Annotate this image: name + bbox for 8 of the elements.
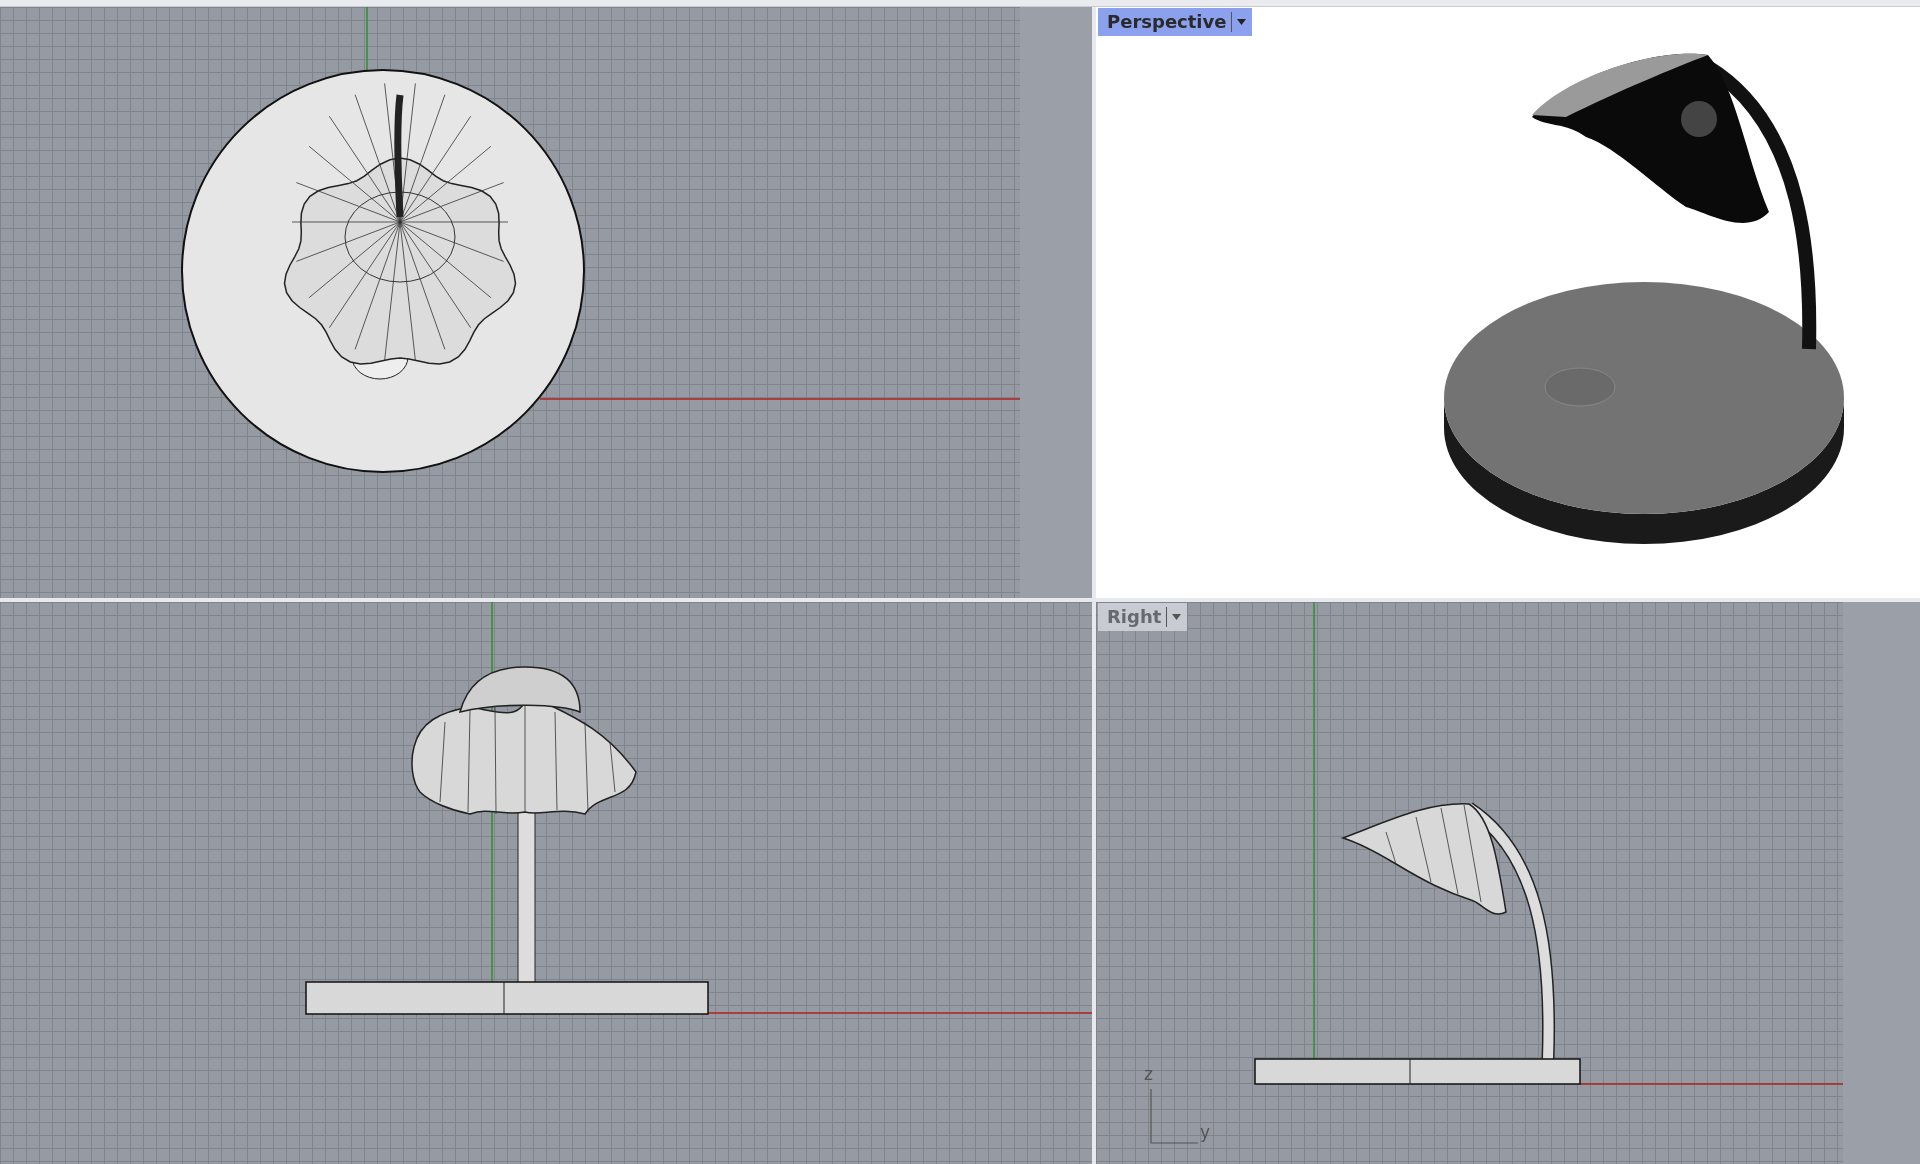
axis-icon xyxy=(1150,1088,1199,1144)
axis-line xyxy=(366,7,368,72)
viewport-tab[interactable]: Perspective xyxy=(1098,8,1253,36)
caret-icon xyxy=(1172,613,1182,620)
viewport-tab[interactable]: Right xyxy=(1098,603,1188,631)
axis-label: z xyxy=(1144,1064,1153,1084)
axis-label: y xyxy=(1200,1122,1211,1142)
caret-icon xyxy=(1237,18,1247,25)
